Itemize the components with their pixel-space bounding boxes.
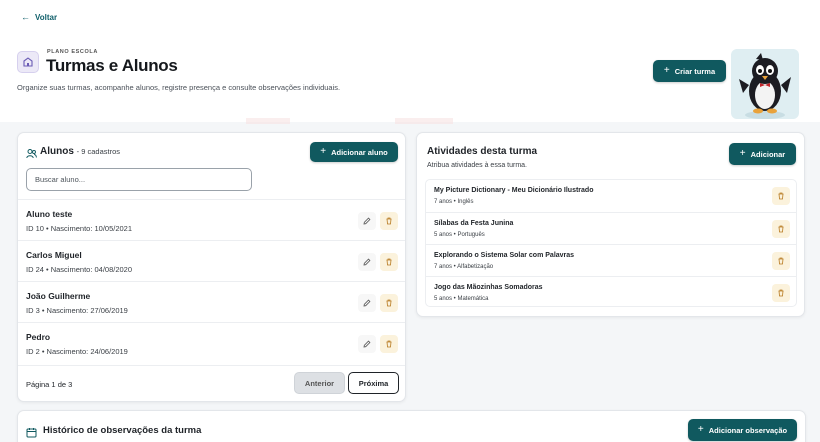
pagination: Página 1 de 3 Anterior Próxima <box>18 365 405 402</box>
plus-icon: + <box>697 424 704 435</box>
calendar-icon <box>26 425 37 442</box>
arrow-left-icon: ← <box>21 12 30 22</box>
page-subtitle: Organize suas turmas, acompanhe alunos, … <box>17 83 341 92</box>
activity-row[interactable]: Explorando o Sistema Solar com Palavras … <box>426 244 796 276</box>
delete-activity-button[interactable] <box>772 252 790 270</box>
delete-student-button[interactable] <box>380 294 398 312</box>
activity-name: My Picture Dictionary - Meu Dicionário I… <box>434 187 594 194</box>
trash-icon <box>777 252 785 270</box>
pagination-label: Página 1 de 3 <box>26 380 73 389</box>
pencil-icon <box>363 253 371 271</box>
add-student-button[interactable]: + Adicionar aluno <box>310 142 398 162</box>
page-title: Turmas e Alunos <box>46 56 178 75</box>
student-name: Carlos Miguel <box>26 250 82 260</box>
observations-history-title: Histórico de observações da turma <box>43 425 202 436</box>
add-activity-button[interactable]: + Adicionar <box>729 143 796 165</box>
student-meta: ID 24 • Nascimento: 04/08/2020 <box>26 265 133 274</box>
school-icon <box>17 51 39 73</box>
activity-row[interactable]: Sílabas da Festa Junina 5 anos • Portugu… <box>426 212 796 244</box>
student-meta: ID 3 • Nascimento: 27/06/2019 <box>26 306 128 315</box>
student-row[interactable]: João Guilherme ID 3 • Nascimento: 27/06/… <box>18 281 405 322</box>
trash-icon <box>385 253 393 271</box>
back-link[interactable]: ← Voltar <box>21 12 58 23</box>
delete-activity-button[interactable] <box>772 187 790 205</box>
trash-icon <box>777 284 785 302</box>
decorative-strip <box>246 118 290 124</box>
students-count: - 9 cadastros <box>76 147 121 156</box>
activity-meta: 7 anos • Inglês <box>434 199 474 205</box>
students-title-text: Alunos <box>40 146 74 157</box>
add-activity-label: Adicionar <box>750 149 786 159</box>
student-row[interactable]: Aluno teste ID 10 • Nascimento: 10/05/20… <box>18 199 405 240</box>
student-name: João Guilherme <box>26 291 91 301</box>
trash-icon <box>777 187 785 205</box>
activity-row[interactable]: Jogo das Mãozinhas Somadoras 5 anos • Ma… <box>426 276 796 308</box>
edit-student-button[interactable] <box>358 335 376 353</box>
pencil-icon <box>363 212 371 230</box>
activities-subtitle: Atribua atividades à essa turma. <box>427 162 527 169</box>
trash-icon <box>385 212 393 230</box>
back-label: Voltar <box>35 13 58 22</box>
edit-student-button[interactable] <box>358 294 376 312</box>
students-card: Alunos - 9 cadastros + Adicionar aluno A… <box>17 132 406 402</box>
delete-activity-button[interactable] <box>772 284 790 302</box>
page-header: ← Voltar PLANO ESCOLA Turmas e Alunos Or… <box>0 0 820 122</box>
student-meta: ID 10 • Nascimento: 10/05/2021 <box>26 224 133 233</box>
student-row[interactable]: Pedro ID 2 • Nascimento: 24/06/2019 <box>18 322 405 363</box>
trash-icon <box>385 294 393 312</box>
activity-meta: 5 anos • Português <box>434 232 485 238</box>
edit-student-button[interactable] <box>358 212 376 230</box>
penguin-mascot-image <box>731 49 799 119</box>
add-observation-button[interactable]: + Adicionar observação <box>688 419 797 441</box>
student-name: Pedro <box>26 332 51 342</box>
delete-student-button[interactable] <box>380 335 398 353</box>
users-icon <box>26 146 37 164</box>
trash-icon <box>777 220 785 238</box>
students-title: Alunos - 9 cadastros <box>40 146 120 157</box>
activities-title: Atividades desta turma <box>427 146 538 157</box>
add-observation-label: Adicionar observação <box>708 425 788 435</box>
create-class-button[interactable]: + Criar turma <box>653 60 726 82</box>
create-class-label: Criar turma <box>674 66 716 76</box>
activity-meta: 5 anos • Matemática <box>434 296 489 302</box>
plus-icon: + <box>739 148 746 159</box>
student-name: Aluno teste <box>26 209 73 219</box>
student-meta: ID 2 • Nascimento: 24/06/2019 <box>26 347 128 356</box>
add-student-label: Adicionar aluno <box>331 147 388 157</box>
delete-student-button[interactable] <box>380 253 398 271</box>
previous-page-button[interactable]: Anterior <box>294 372 345 394</box>
edit-student-button[interactable] <box>358 253 376 271</box>
trash-icon <box>385 335 393 353</box>
activity-name: Jogo das Mãozinhas Somadoras <box>434 284 543 291</box>
activities-list: My Picture Dictionary - Meu Dicionário I… <box>425 179 797 307</box>
activity-row[interactable]: My Picture Dictionary - Meu Dicionário I… <box>426 180 796 212</box>
activity-name: Explorando o Sistema Solar com Palavras <box>434 252 575 259</box>
plus-icon: + <box>663 65 670 76</box>
decorative-strip <box>395 118 453 124</box>
page-eyebrow: PLANO ESCOLA <box>47 49 98 55</box>
delete-activity-button[interactable] <box>772 220 790 238</box>
pencil-icon <box>363 335 371 353</box>
student-row[interactable]: Carlos Miguel ID 24 • Nascimento: 04/08/… <box>18 240 405 281</box>
activity-meta: 7 anos • Alfabetização <box>434 264 494 270</box>
delete-student-button[interactable] <box>380 212 398 230</box>
next-page-button[interactable]: Próxima <box>348 372 399 394</box>
observations-history-card: Histórico de observações da turma + Adic… <box>17 410 806 442</box>
pencil-icon <box>363 294 371 312</box>
activities-card: Atividades desta turma Atribua atividade… <box>416 132 805 317</box>
activity-name: Sílabas da Festa Junina <box>434 220 514 227</box>
student-search-input[interactable] <box>26 168 252 191</box>
plus-icon: + <box>320 146 327 157</box>
